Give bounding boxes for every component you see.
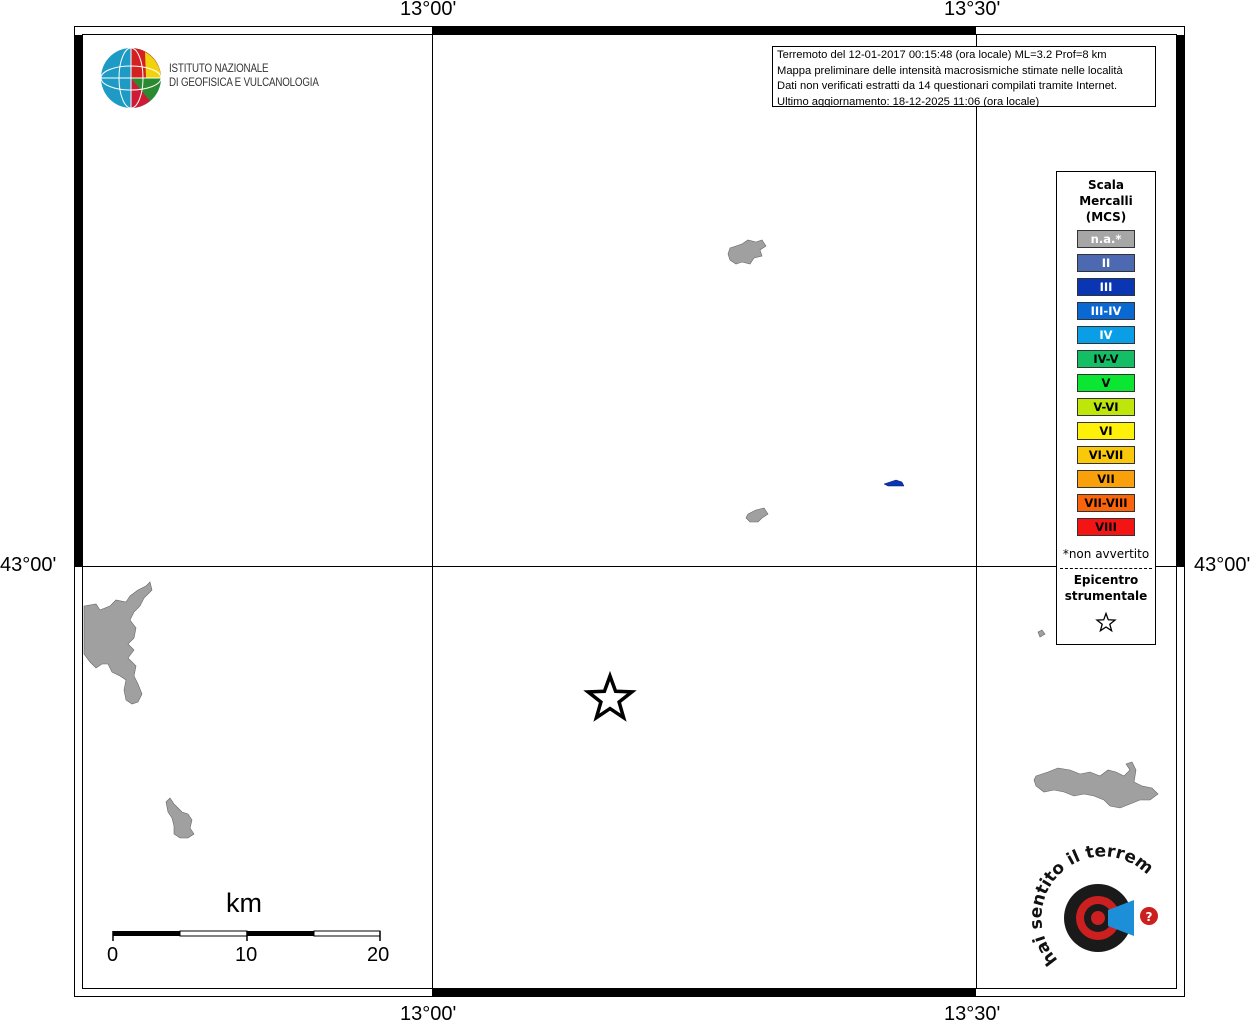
ingv-line-1: ISTITUTO NAZIONALE (169, 63, 269, 75)
legend-note: *non avvertito (1062, 547, 1150, 561)
scale-bar (112, 930, 381, 941)
right-lat-label: 43°00' (1194, 554, 1251, 576)
scale-tick-10: 10 (235, 944, 258, 966)
land-area (83, 581, 153, 705)
epicenter-star-icon (583, 670, 637, 722)
frame-top-bar (432, 26, 976, 35)
legend-swatch: II (1077, 254, 1135, 272)
bottom-lon-label-1: 13°00' (400, 1003, 457, 1025)
frame-bottom-bar (432, 988, 976, 997)
legend-epicenter-line-1: Epicentro (1073, 573, 1139, 587)
event-info-box: Terremoto del 12-01-2017 00:15:48 (ora l… (772, 46, 1156, 107)
legend-divider (1060, 568, 1152, 569)
land-area (1037, 629, 1046, 638)
ingv-line-2: DI GEOFISICA E VULCANOLOGIA (169, 76, 319, 89)
ingv-logo-text: ISTITUTO NAZIONALE DI GEOFISICA E VULCAN… (169, 63, 319, 90)
info-line-3: Dati non verificati estratti da 14 quest… (777, 80, 1118, 92)
left-lat-label: 43°00' (0, 554, 57, 576)
locality-intensity-III (883, 479, 905, 487)
legend-swatch: VI (1077, 422, 1135, 440)
legend-title-line-1: Scala (1087, 178, 1125, 192)
legend-swatch: VII (1077, 470, 1135, 488)
map-inner-frame (82, 34, 1177, 989)
scale-tick-20: 20 (367, 944, 390, 966)
svg-text:?: ? (1146, 910, 1153, 924)
mcs-legend: Scala Mercalli (MCS) n.a.* II III III-IV IV I… (1056, 171, 1156, 645)
legend-swatch: VI-VII (1077, 446, 1135, 464)
legend-swatch: V-VI (1077, 398, 1135, 416)
legend-swatch: VII-VIII (1077, 494, 1135, 512)
legend-title: Scala Mercalli (MCS) (1057, 177, 1155, 225)
info-line-2: Mappa preliminare delle intensità macros… (777, 64, 1123, 77)
legend-swatch: IV (1077, 326, 1135, 344)
legend-swatch: III (1077, 278, 1135, 296)
land-area (165, 797, 195, 839)
info-line-1: Terremoto del 12-01-2017 00:15:48 (ora l… (777, 49, 1107, 61)
land-area (745, 507, 769, 523)
legend-swatch: V (1077, 374, 1135, 392)
legend-swatch: VIII (1077, 518, 1135, 536)
land-area (1033, 761, 1159, 809)
legend-epicenter-line-2: strumentale (1064, 589, 1148, 603)
legend-swatch: III-IV (1077, 302, 1135, 320)
frame-right-bar (1176, 35, 1185, 567)
legend-swatch: IV-V (1077, 350, 1135, 368)
legend-title-line-2: Mercalli (1079, 194, 1133, 208)
scale-bar-title: km (226, 888, 262, 918)
top-lon-label-2: 13°30' (944, 0, 1001, 20)
top-lon-label-1: 13°00' (400, 0, 457, 20)
bottom-lon-label-2: 13°30' (944, 1003, 1001, 1025)
legend-epicenter-label: Epicentro strumentale (1057, 572, 1155, 604)
legend-title-line-3: (MCS) (1085, 210, 1127, 224)
scale-tick-0: 0 (107, 944, 119, 966)
legend-swatch: n.a.* (1077, 230, 1135, 248)
map-outer-frame (74, 26, 1185, 997)
frame-left-bar (74, 35, 83, 567)
legend-star-icon (1095, 611, 1117, 633)
ingv-globe-icon (100, 47, 162, 109)
land-area (727, 239, 767, 265)
info-line-4: Ultimo aggiornamento: 18-12-2025 11:06 (… (777, 95, 1040, 107)
